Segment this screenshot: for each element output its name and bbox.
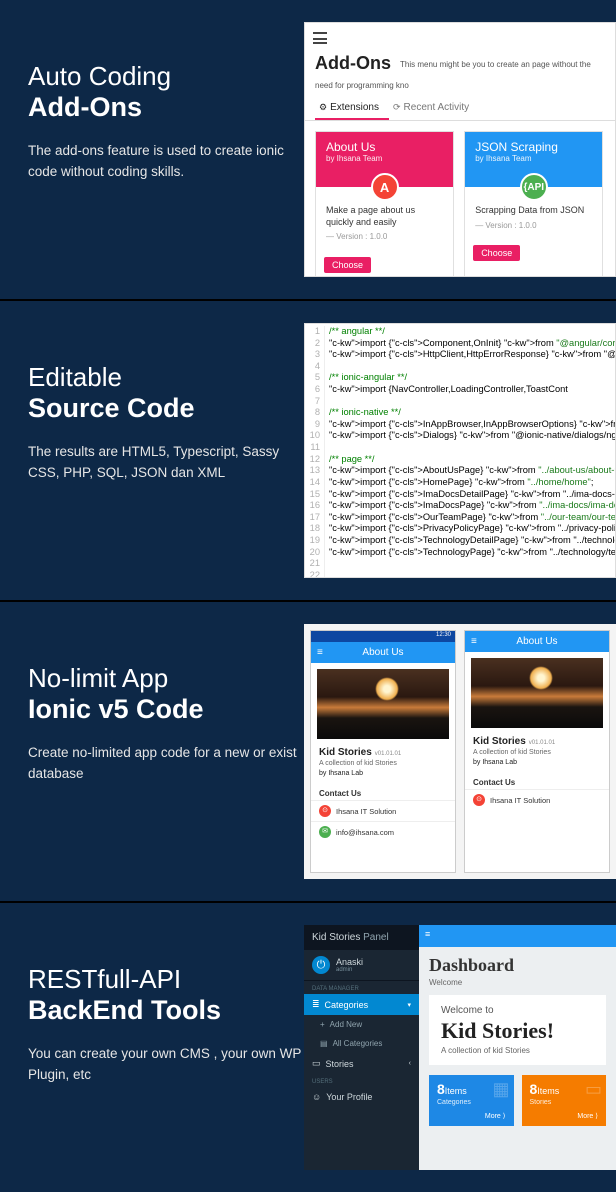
phone-status-bar: 12:30 bbox=[311, 631, 455, 642]
menu-icon[interactable]: ≡ bbox=[471, 636, 477, 647]
grid-icon: ▦ bbox=[492, 1079, 509, 1100]
phone-app-desc: A collection of kid Stories bbox=[473, 749, 601, 756]
sidebar-item-all-categories[interactable]: ▤All Categories bbox=[304, 1034, 419, 1053]
phone-app-author: by Ihsana Lab bbox=[473, 759, 601, 766]
chevron-down-icon: ▾ bbox=[407, 1001, 411, 1009]
stat-stories[interactable]: 8Items Stories ▭ More ⟩ bbox=[522, 1075, 607, 1126]
addons-page-title: Add-Ons This menu might be you to create… bbox=[305, 49, 615, 97]
phone-contact-row-company[interactable]: ⊙Ihsana IT Solution bbox=[311, 800, 455, 821]
sidebar-item-categories[interactable]: ≣Categories▾ bbox=[304, 994, 419, 1015]
phone-contact-row-company[interactable]: ⊙Ihsana IT Solution bbox=[465, 789, 609, 810]
card2-badge-icon: {API bbox=[520, 173, 548, 201]
panel4-desc: You can create your own CMS , your own W… bbox=[28, 1044, 304, 1086]
stat-categories[interactable]: 8Items Categories ▦ More ⟩ bbox=[429, 1075, 514, 1126]
phones-screenshot: 12:30 ≡About Us Kid Storiesv01.01.01 A c… bbox=[304, 624, 616, 879]
panel4-heading: RESTfull-API BackEnd Tools bbox=[28, 965, 304, 1026]
phone-contact-row-email[interactable]: ✉info@ihsana.com bbox=[311, 821, 455, 842]
card1-title: About Us bbox=[326, 140, 375, 154]
card1-choose-button[interactable]: Choose bbox=[324, 257, 371, 273]
menu-icon[interactable]: ≡ bbox=[317, 647, 323, 658]
panel1-heading: Auto Coding Add-Ons bbox=[28, 62, 304, 123]
card2-body: Scrapping Data from JSON bbox=[475, 205, 592, 217]
dashboard-welcome: Welcome bbox=[419, 978, 616, 995]
phone-toolbar: ≡About Us bbox=[311, 642, 455, 663]
list-icon: ≣ bbox=[312, 999, 320, 1010]
phone-app-title: Kid Storiesv01.01.01 bbox=[473, 736, 601, 747]
phone-app-title: Kid Storiesv01.01.01 bbox=[319, 747, 447, 758]
plus-icon: + bbox=[320, 1020, 325, 1029]
card1-body: Make a page about us quickly and easily bbox=[326, 205, 443, 228]
card1-author: by Ihsana Team bbox=[326, 154, 443, 163]
news-icon: ▭ bbox=[585, 1079, 602, 1100]
panel1-desc: The add-ons feature is used to create io… bbox=[28, 141, 304, 183]
card1-badge-icon: A bbox=[371, 173, 399, 201]
phone-hero-image bbox=[471, 658, 603, 728]
panel4-title-light: RESTfull-API bbox=[28, 964, 181, 994]
addon-card-about-us: About Us by Ihsana Team A Make a page ab… bbox=[315, 131, 454, 277]
hamburger-icon[interactable] bbox=[313, 32, 327, 42]
card2-title: JSON Scraping bbox=[475, 140, 558, 154]
panel1-title-light: Auto Coding bbox=[28, 61, 171, 91]
card1-version: — Version : 1.0.0 bbox=[326, 232, 443, 242]
power-icon: ⏻ bbox=[312, 956, 330, 974]
phone-app-author: by Ihsana Lab bbox=[319, 770, 447, 777]
addon-card-json-scraping: JSON Scraping by Ihsana Team {API Scrapp… bbox=[464, 131, 603, 277]
sidebar-item-add-new[interactable]: +Add New bbox=[304, 1015, 419, 1034]
phone-hero-image bbox=[317, 669, 449, 739]
sidebar-item-stories[interactable]: ▭Stories‹ bbox=[304, 1053, 419, 1074]
phone-preview-2: ≡About Us Kid Storiesv01.01.01 A collect… bbox=[464, 630, 610, 873]
card2-version: — Version : 1.0.0 bbox=[475, 221, 592, 231]
dashboard-welcome-card: Welcome to Kid Stories! A collection of … bbox=[429, 995, 606, 1065]
dashboard-topbar: ≡ bbox=[419, 925, 616, 947]
tab-extensions[interactable]: Extensions bbox=[315, 97, 389, 120]
phone-app-desc: A collection of kid Stories bbox=[319, 760, 447, 767]
pin-icon: ⊙ bbox=[319, 805, 331, 817]
panel3-title-light: No-limit App bbox=[28, 663, 168, 693]
dashboard-title: Dashboard bbox=[419, 947, 616, 978]
panel3-title-bold: Ionic v5 Code bbox=[28, 694, 304, 725]
phone-toolbar: ≡About Us bbox=[465, 631, 609, 652]
phone-contact-title: Contact Us bbox=[465, 772, 609, 789]
addons-screenshot: Add-Ons This menu might be you to create… bbox=[304, 22, 616, 277]
code-editor-screenshot: 1/** angular **/2"c-kw">import {"c-cls">… bbox=[304, 323, 616, 578]
chevron-left-icon: ‹ bbox=[409, 1060, 411, 1067]
phone-contact-title: Contact Us bbox=[311, 783, 455, 800]
mail-icon: ✉ bbox=[319, 826, 331, 838]
pin-icon: ⊙ bbox=[473, 794, 485, 806]
panel2-title-bold: Source Code bbox=[28, 393, 304, 424]
panel1-title-bold: Add-Ons bbox=[28, 92, 304, 123]
hamburger-icon[interactable]: ≡ bbox=[425, 929, 430, 939]
sidebar-label-data: DATA MANAGER bbox=[304, 981, 419, 994]
tab-recent[interactable]: Recent Activity bbox=[389, 97, 479, 120]
card2-author: by Ihsana Team bbox=[475, 154, 592, 163]
panel4-title-bold: BackEnd Tools bbox=[28, 995, 304, 1026]
phone-preview-1: 12:30 ≡About Us Kid Storiesv01.01.01 A c… bbox=[310, 630, 456, 873]
panel2-heading: Editable Source Code bbox=[28, 363, 304, 424]
panel3-heading: No-limit App Ionic v5 Code bbox=[28, 664, 304, 725]
dashboard-sidebar: Kid Stories Panel ⏻ Anaskiadmin DATA MAN… bbox=[304, 925, 419, 1170]
grid-icon: ▤ bbox=[320, 1039, 328, 1048]
user-icon: ☺ bbox=[312, 1092, 321, 1102]
card2-choose-button[interactable]: Choose bbox=[473, 245, 520, 261]
dashboard-user[interactable]: ⏻ Anaskiadmin bbox=[304, 950, 419, 981]
book-icon: ▭ bbox=[312, 1058, 321, 1069]
sidebar-item-profile[interactable]: ☺Your Profile bbox=[304, 1087, 419, 1107]
sidebar-label-users: USERS bbox=[304, 1074, 419, 1087]
panel2-desc: The results are HTML5, Typescript, Sassy… bbox=[28, 442, 304, 484]
dashboard-brand: Kid Stories Panel bbox=[304, 925, 419, 950]
panel3-desc: Create no-limited app code for a new or … bbox=[28, 743, 304, 785]
dashboard-screenshot: Kid Stories Panel ⏻ Anaskiadmin DATA MAN… bbox=[304, 925, 616, 1170]
panel2-title-light: Editable bbox=[28, 362, 122, 392]
